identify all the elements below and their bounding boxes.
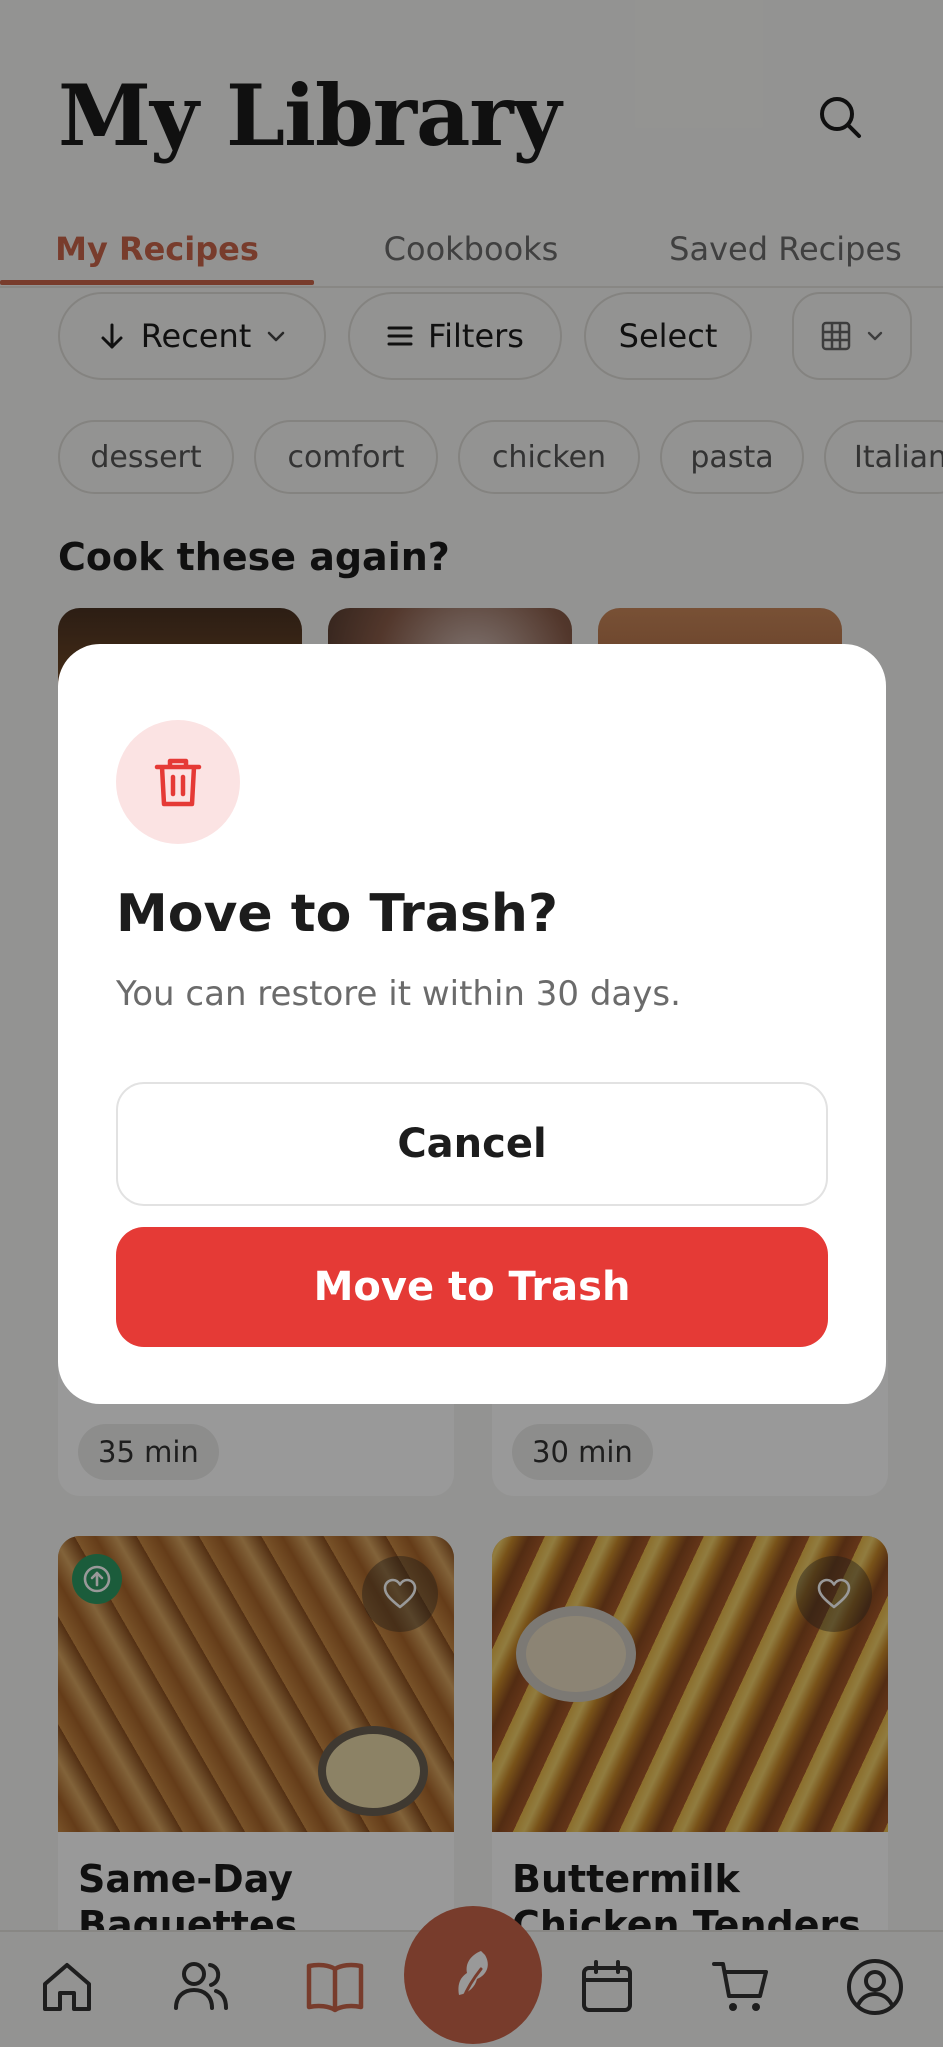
dialog-title: Move to Trash? [116, 884, 559, 944]
trash-icon [154, 758, 202, 807]
trash-icon-container [116, 720, 240, 844]
library-screen: My Library My Recipes Cookbooks Saved Re… [0, 0, 943, 2047]
dialog-message: You can restore it within 30 days. [116, 974, 681, 1014]
cancel-button[interactable]: Cancel [116, 1082, 828, 1206]
move-to-trash-button[interactable]: Move to Trash [116, 1227, 828, 1347]
move-to-trash-dialog: Move to Trash? You can restore it within… [58, 644, 886, 1404]
